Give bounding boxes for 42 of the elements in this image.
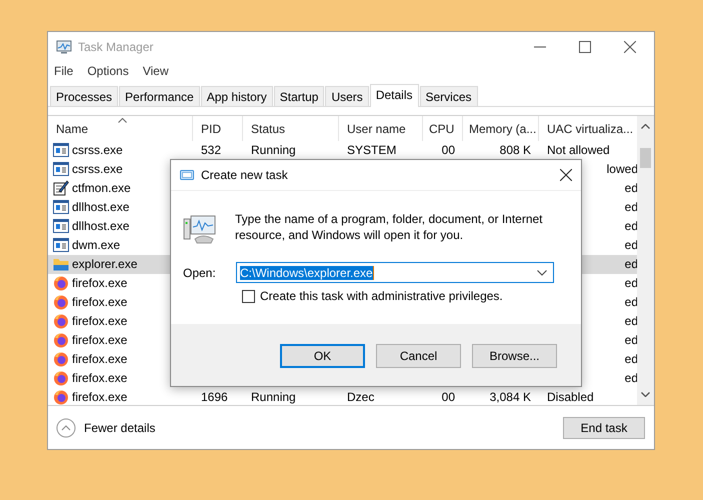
table-cell: ed xyxy=(624,256,638,270)
table-cell: ed xyxy=(624,218,638,232)
table-cell-text: Running xyxy=(250,390,297,404)
process-name: csrss.exe xyxy=(72,142,123,156)
table-cell-text: Not allowed xyxy=(546,142,611,156)
process-name: csrss.exe xyxy=(72,162,123,176)
table-cell: ed xyxy=(624,180,638,194)
process-name: firefox.exe xyxy=(72,332,128,346)
dialog-title: Create new task xyxy=(201,168,288,182)
window-title: Task Manager xyxy=(78,40,154,54)
table-cell: ed xyxy=(624,294,638,308)
process-name: firefox.exe xyxy=(72,314,128,328)
table-cell-text: Dzec xyxy=(346,390,376,404)
process-name: dllhost.exe xyxy=(72,218,130,232)
process-name: firefox.exe xyxy=(72,294,128,308)
table-cell-text: Disabled xyxy=(546,390,595,404)
table-cell-text: 1696 xyxy=(200,390,229,404)
process-name: firefox.exe xyxy=(72,276,128,290)
open-label: Open: xyxy=(183,266,217,280)
table-cell: lowed xyxy=(606,162,638,176)
table-cell: ed xyxy=(624,370,638,384)
table-cell-text: SYSTEM xyxy=(346,142,398,156)
table-cell: ed xyxy=(624,314,638,328)
table-cell-text: 808 K xyxy=(498,142,532,156)
table-cell: ed xyxy=(624,352,638,366)
process-name: explorer.exe xyxy=(72,256,138,270)
process-name: dwm.exe xyxy=(72,238,120,252)
process-name: firefox.exe xyxy=(72,352,128,366)
table-cell-text: 3,084 K xyxy=(488,390,532,404)
table-cell-text: 532 xyxy=(200,142,222,156)
process-name: dllhost.exe xyxy=(72,200,130,214)
table-cell: ed xyxy=(624,200,638,214)
table-cell-text: Running xyxy=(250,142,297,156)
table-cell: ed xyxy=(624,332,638,346)
dialog-message: Type the name of a program, folder, document, or Internet resource, and Windows will open it for you. xyxy=(235,211,544,244)
table-cell-text: 00 xyxy=(440,390,456,404)
process-name: firefox.exe xyxy=(72,370,128,384)
table-cell-text: 00 xyxy=(440,142,456,156)
table-cell: ed xyxy=(624,276,638,290)
process-name: ctfmon.exe xyxy=(72,180,131,194)
process-name: firefox.exe xyxy=(72,390,128,404)
table-cell: ed xyxy=(624,238,638,252)
